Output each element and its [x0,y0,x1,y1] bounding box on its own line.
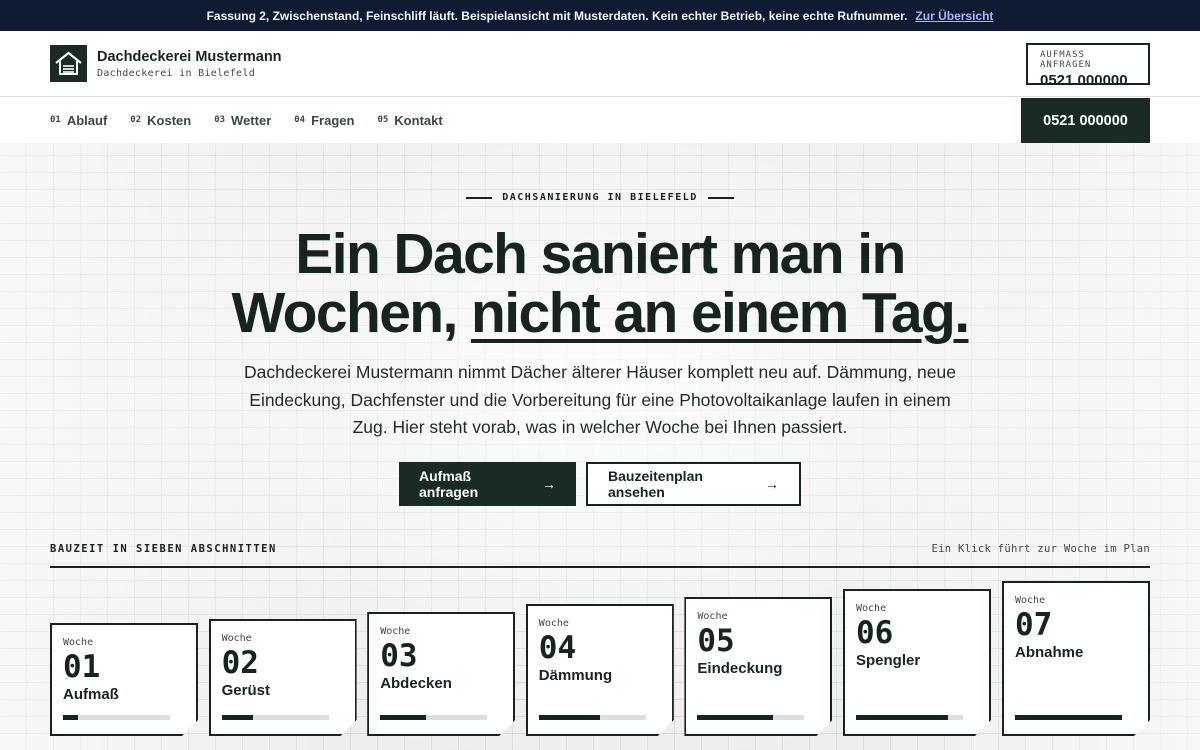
week-number: 01 [63,649,101,685]
week-title: Dämmung [538,667,613,684]
nav-item-label: Wetter [231,112,272,128]
eyebrow-rule [707,196,734,199]
arrow-right-icon: → [542,476,556,492]
week-number: 03 [380,638,418,674]
nav-item-number: 01 [50,114,61,125]
hero-lead: Dachdeckerei Mustermann nimmt Dächer ält… [244,362,956,437]
nav-item-label: Kosten [147,112,192,128]
week-card-05[interactable]: Woche 05 Eindeckung [684,597,832,736]
nav-item-label: Kontakt [394,112,443,128]
week-title: Abdecken [380,675,452,692]
week-progress-bar [380,715,487,720]
view-schedule-button[interactable]: Bauzeitenplan ansehen → [586,462,801,506]
week-number: 06 [856,615,894,651]
header-cta-button[interactable]: AUFMASS ANFRAGEN 0521 000000 [1026,42,1150,89]
week-label: Woche [538,618,569,629]
week-label: Woche [697,611,728,622]
banner-text: Fassung 2, Zwischenstand, Feinschliff lä… [206,8,908,23]
hero-section: DACHSANIERUNG IN BIELEFELD Ein Dach sani… [0,143,1200,750]
nav-item-label: Fragen [311,112,355,128]
week-label: Woche [1015,595,1046,606]
nav-item-label: Ablauf [66,112,108,128]
timeline-header: BAUZEIT IN SIEBEN ABSCHNITTEN Ein Klick … [50,543,1150,568]
week-card-04[interactable]: Woche 04 Dämmung [526,604,674,736]
nav-item-number: 03 [214,114,226,125]
eyebrow-text: DACHSANIERUNG IN BIELEFELD [502,192,698,203]
week-number: 07 [1015,607,1053,643]
week-progress-bar [539,715,646,720]
week-progress-fill [856,715,948,720]
nav-item-number: 02 [130,114,142,125]
hero-eyebrow: DACHSANIERUNG IN BIELEFELD [0,192,1200,203]
headline-line-1: Ein Dach saniert man in [295,222,906,286]
week-progress-fill [539,715,600,720]
site-header: Dachdeckerei Mustermann Dachdeckerei in … [0,31,1200,97]
week-label: Woche [63,637,94,648]
week-progress-bar [222,715,329,720]
headline-line-2a: Wochen, [231,281,459,345]
week-label: Woche [221,633,252,644]
week-card-07[interactable]: Woche 07 Abnahme [1002,581,1150,736]
request-measurement-button[interactable]: Aufmaß anfragen → [399,462,576,506]
arrow-right-icon: → [765,476,779,492]
nav-phone-button[interactable]: 0521 000000 [1021,98,1150,143]
hero-buttons: Aufmaß anfragen → Bauzeitenplan ansehen … [0,462,1200,506]
week-title: Eindeckung [697,660,783,677]
week-title: Aufmaß [63,686,119,703]
demo-banner: Fassung 2, Zwischenstand, Feinschliff lä… [0,0,1200,31]
nav-item-number: 05 [377,114,389,125]
week-progress-fill [222,715,253,720]
week-label: Woche [380,626,411,637]
button-label: Aufmaß anfragen [419,468,479,500]
main-nav: 01 Ablauf 02 Kosten 03 Wetter 04 Fragen … [0,97,1200,143]
week-title: Spengler [856,652,921,669]
house-icon [50,45,87,82]
week-card-06[interactable]: Woche 06 Spengler [843,589,991,736]
week-progress-bar [63,715,170,720]
week-progress-fill [380,715,426,720]
timeline-hint: Ein Klick führt zur Woche im Plan [931,543,1150,555]
week-progress-bar [1015,715,1122,720]
week-number: 05 [697,623,735,659]
eyebrow-rule [466,196,493,199]
header-cta-phone: 0521 000000 [1040,71,1128,89]
timeline-title: BAUZEIT IN SIEBEN ABSCHNITTEN [50,543,277,555]
brand[interactable]: Dachdeckerei Mustermann Dachdeckerei in … [50,45,282,82]
week-number: 02 [221,645,259,681]
week-progress-bar [856,715,963,720]
week-title: Abnahme [1015,644,1084,661]
week-title: Gerüst [221,682,270,699]
header-cta-label: AUFMASS ANFRAGEN [1040,49,1092,70]
nav-item-wetter[interactable]: 03 Wetter [214,113,271,128]
brand-subtitle: Dachdeckerei in Bielefeld [97,67,256,79]
week-cards: Woche 01 Aufmaß Woche 02 Gerüst Woche 03… [50,576,1150,736]
week-card-01[interactable]: Woche 01 Aufmaß [50,623,198,736]
nav-item-kosten[interactable]: 02 Kosten [130,113,191,128]
nav-item-number: 04 [294,114,306,125]
week-progress-fill [1015,715,1122,720]
nav-item-kontakt[interactable]: 05 Kontakt [377,113,442,128]
week-number: 04 [538,630,577,666]
week-card-02[interactable]: Woche 02 Gerüst [209,619,357,736]
brand-name: Dachdeckerei Mustermann [97,48,282,65]
week-progress-fill [697,715,773,720]
overview-link[interactable]: Zur Übersicht [915,9,993,23]
hero-headline: Ein Dach saniert man in Wochen, nicht an… [0,225,1200,343]
week-card-03[interactable]: Woche 03 Abdecken [367,612,515,736]
week-progress-bar [697,715,804,720]
button-label: Bauzeitenplan ansehen [608,468,703,500]
nav-item-fragen[interactable]: 04 Fragen [294,113,354,128]
headline-highlight: nicht an einem Tag. [471,281,970,345]
nav-item-ablauf[interactable]: 01 Ablauf [50,113,107,128]
week-progress-fill [63,715,78,720]
week-label: Woche [856,603,887,614]
